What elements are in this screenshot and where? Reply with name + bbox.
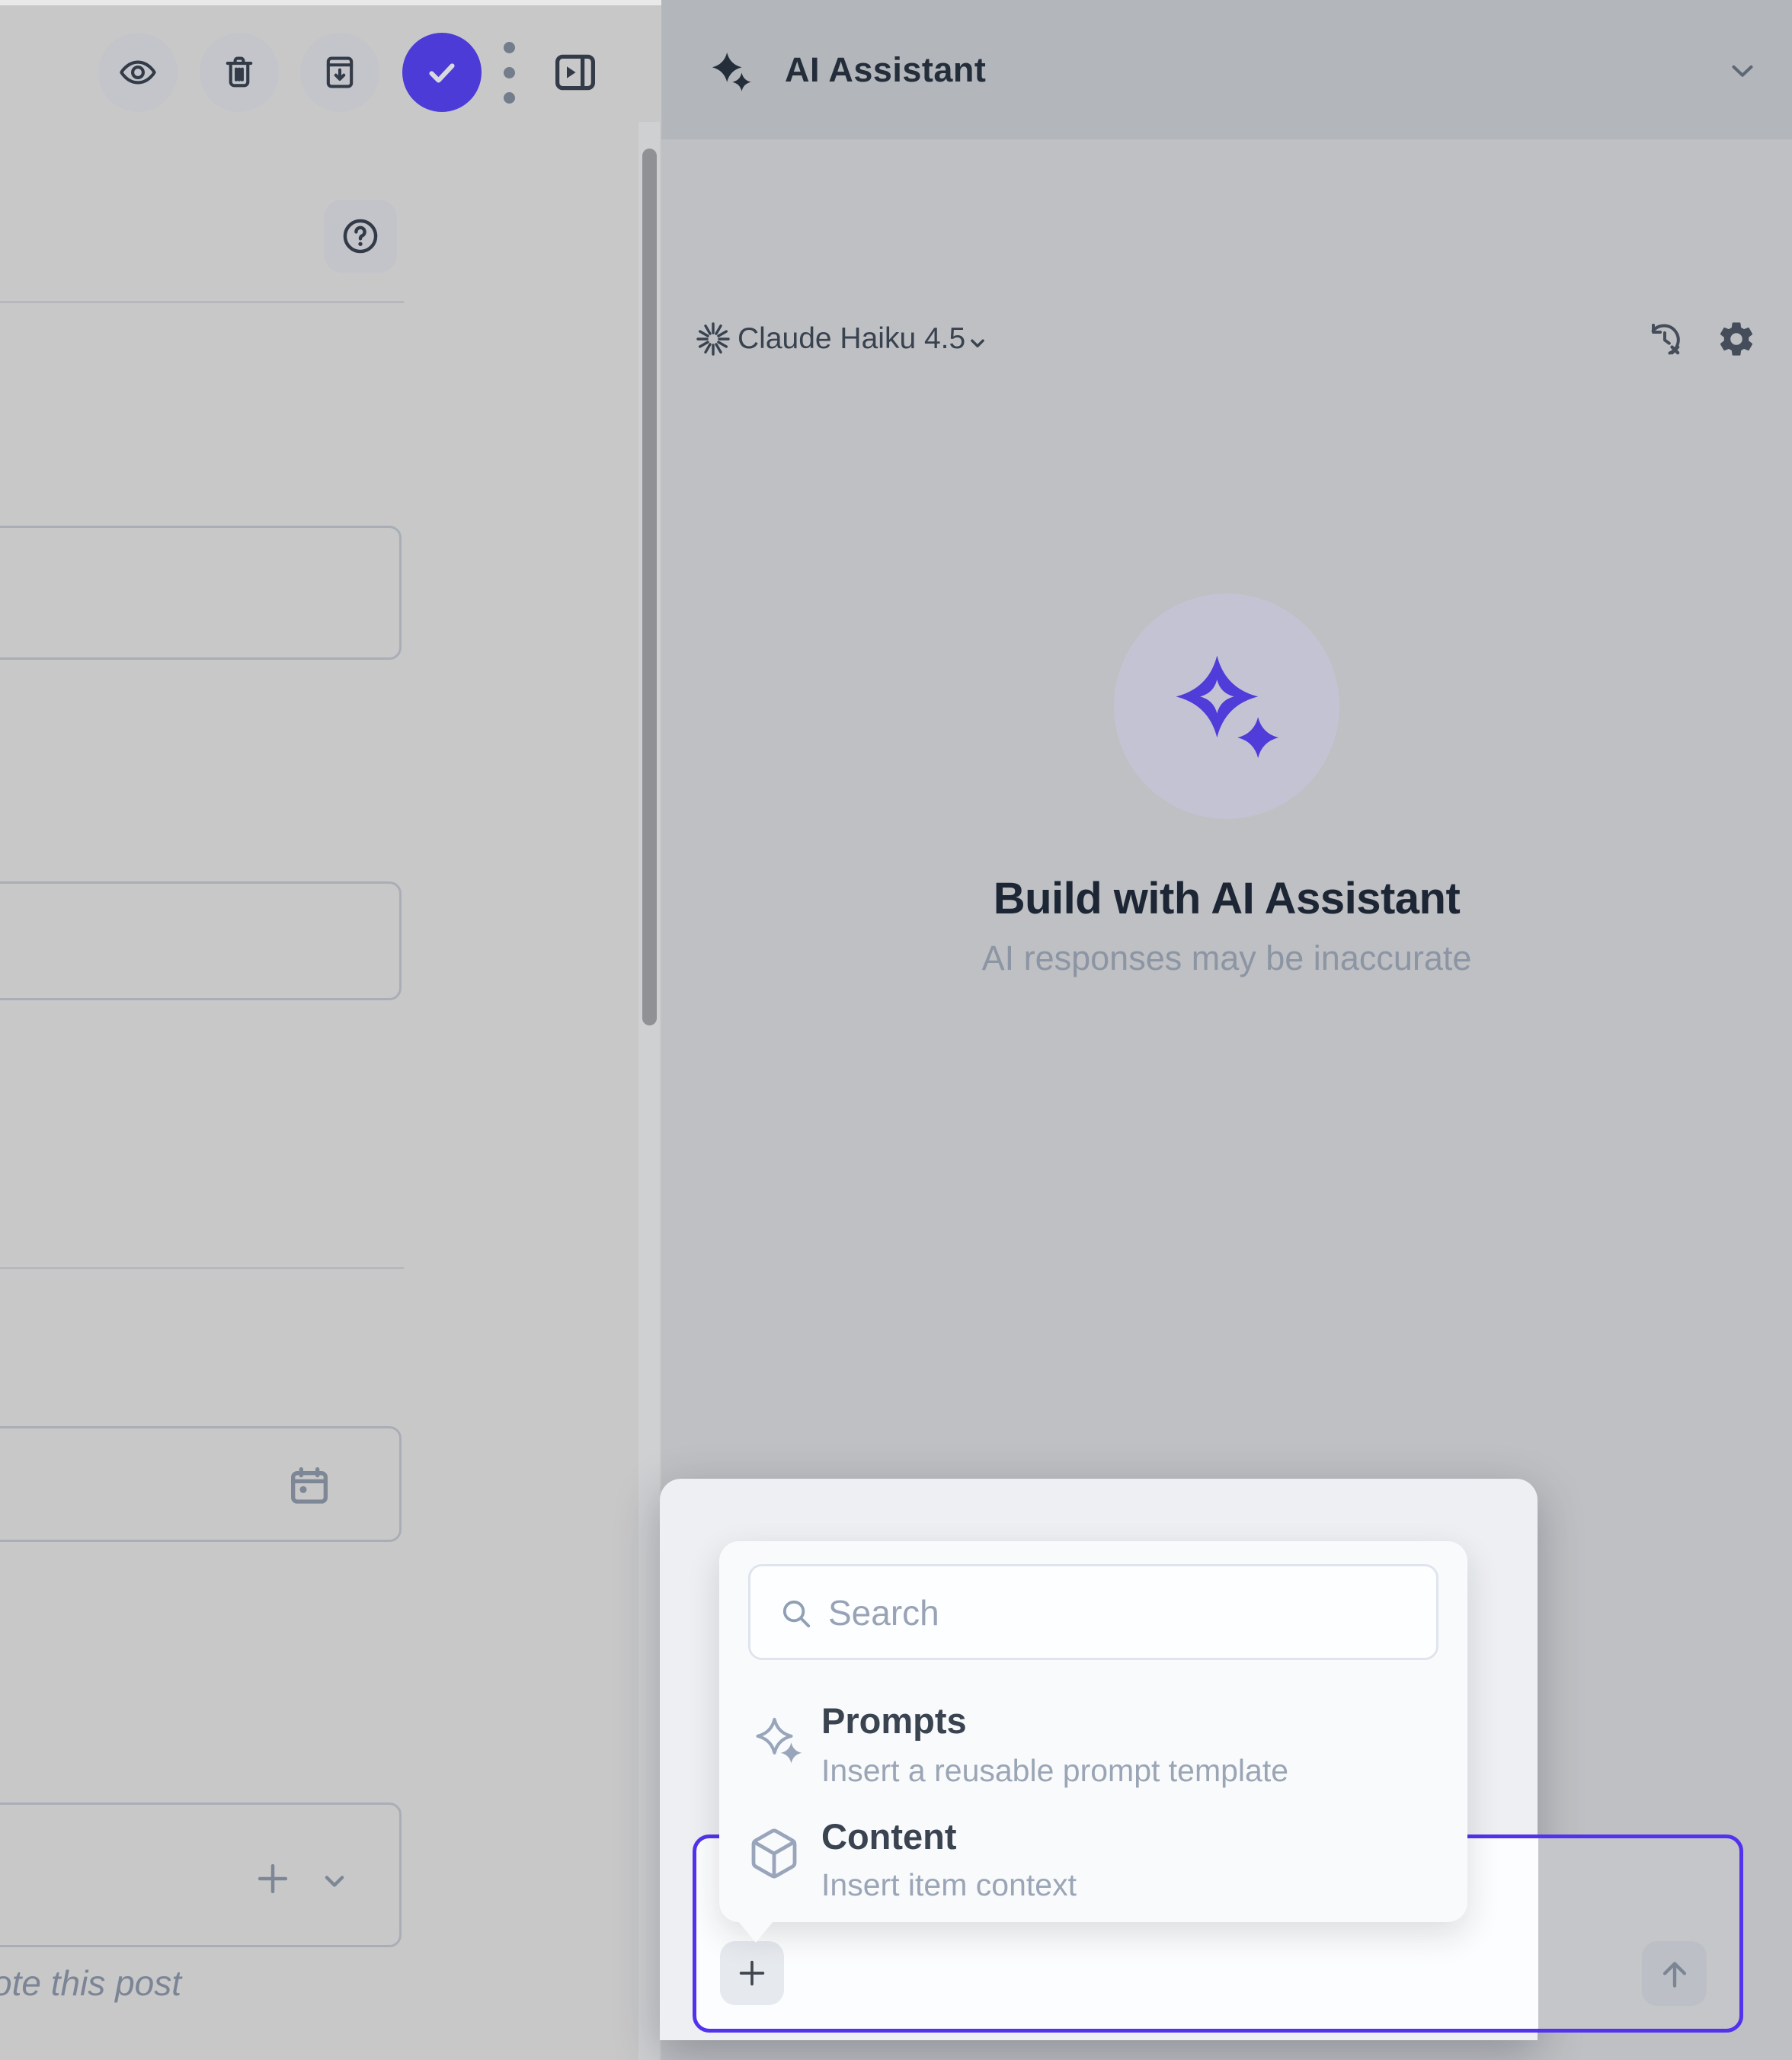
sparkles-icon [709,48,753,92]
collapse-chevron-icon[interactable] [1725,53,1760,88]
insert-menu-popup: Prompts Insert a reusable prompt templat… [719,1541,1467,1922]
panel-toggle-button[interactable] [550,47,600,98]
arrow-up-icon [1656,1955,1694,1993]
scrollbar-thumb[interactable] [642,149,657,1025]
section-divider [0,301,404,303]
model-chevron-icon[interactable] [965,330,990,356]
promote-note: ote this post [0,1962,181,2004]
menu-item-description: Insert item context [821,1867,1077,1903]
help-button[interactable] [324,200,397,273]
question-mark-icon [339,215,382,258]
more-options-button[interactable] [494,33,524,112]
delete-button[interactable] [200,33,279,112]
eye-icon [118,53,158,92]
archive-download-icon [320,53,360,92]
save-confirm-button[interactable] [402,33,482,112]
search-input[interactable] [827,1566,1424,1659]
ai-hero-badge [1114,593,1339,819]
menu-item-label: Prompts [821,1700,967,1742]
anthropic-starburst-icon [695,321,731,357]
panel-toggle-icon [550,47,600,98]
popup-tail [734,1917,777,1943]
plus-icon [734,1956,770,1991]
app-screen: ote this post AI Assistant [0,0,1792,2060]
date-field[interactable] [0,1426,402,1542]
section-divider [0,1267,404,1269]
kebab-dot [504,42,515,53]
add-context-button[interactable] [720,1941,784,2005]
text-field-1[interactable] [0,526,402,660]
plus-icon[interactable] [252,1858,293,1899]
calendar-icon[interactable] [285,1462,334,1511]
ai-assistant-header: AI Assistant [661,0,1792,139]
kebab-dot [504,67,515,78]
sparkles-icon [1169,648,1285,764]
preview-button[interactable] [98,33,178,112]
menu-item-description: Insert a reusable prompt template [821,1753,1288,1789]
hero-title: Build with AI Assistant [661,873,1792,924]
hero-subtitle: AI responses may be inaccurate [661,939,1792,978]
settings-gear-icon[interactable] [1717,319,1756,359]
sparkles-icon [754,1714,804,1764]
chevron-down-icon[interactable] [318,1864,351,1898]
model-selector[interactable]: Claude Haiku 4.5 [738,321,965,357]
text-field-2[interactable] [0,881,402,1000]
insert-menu-search[interactable] [748,1564,1438,1660]
panel-title: AI Assistant [785,50,986,90]
check-icon [421,51,463,94]
tags-field[interactable] [0,1802,402,1947]
cube-icon [747,1826,802,1881]
model-row: Claude Haiku 4.5 [661,139,1792,231]
send-button[interactable] [1642,1941,1707,2006]
archive-button[interactable] [300,33,379,112]
ai-assistant-panel: AI Assistant Claude Haiku 4.5 [661,0,1792,2060]
editor-panel: ote this post [0,0,661,2060]
clear-history-icon[interactable] [1646,321,1684,359]
search-icon [778,1595,813,1630]
kebab-dot [504,92,515,104]
trash-icon [219,53,259,92]
menu-item-label: Content [821,1815,957,1857]
